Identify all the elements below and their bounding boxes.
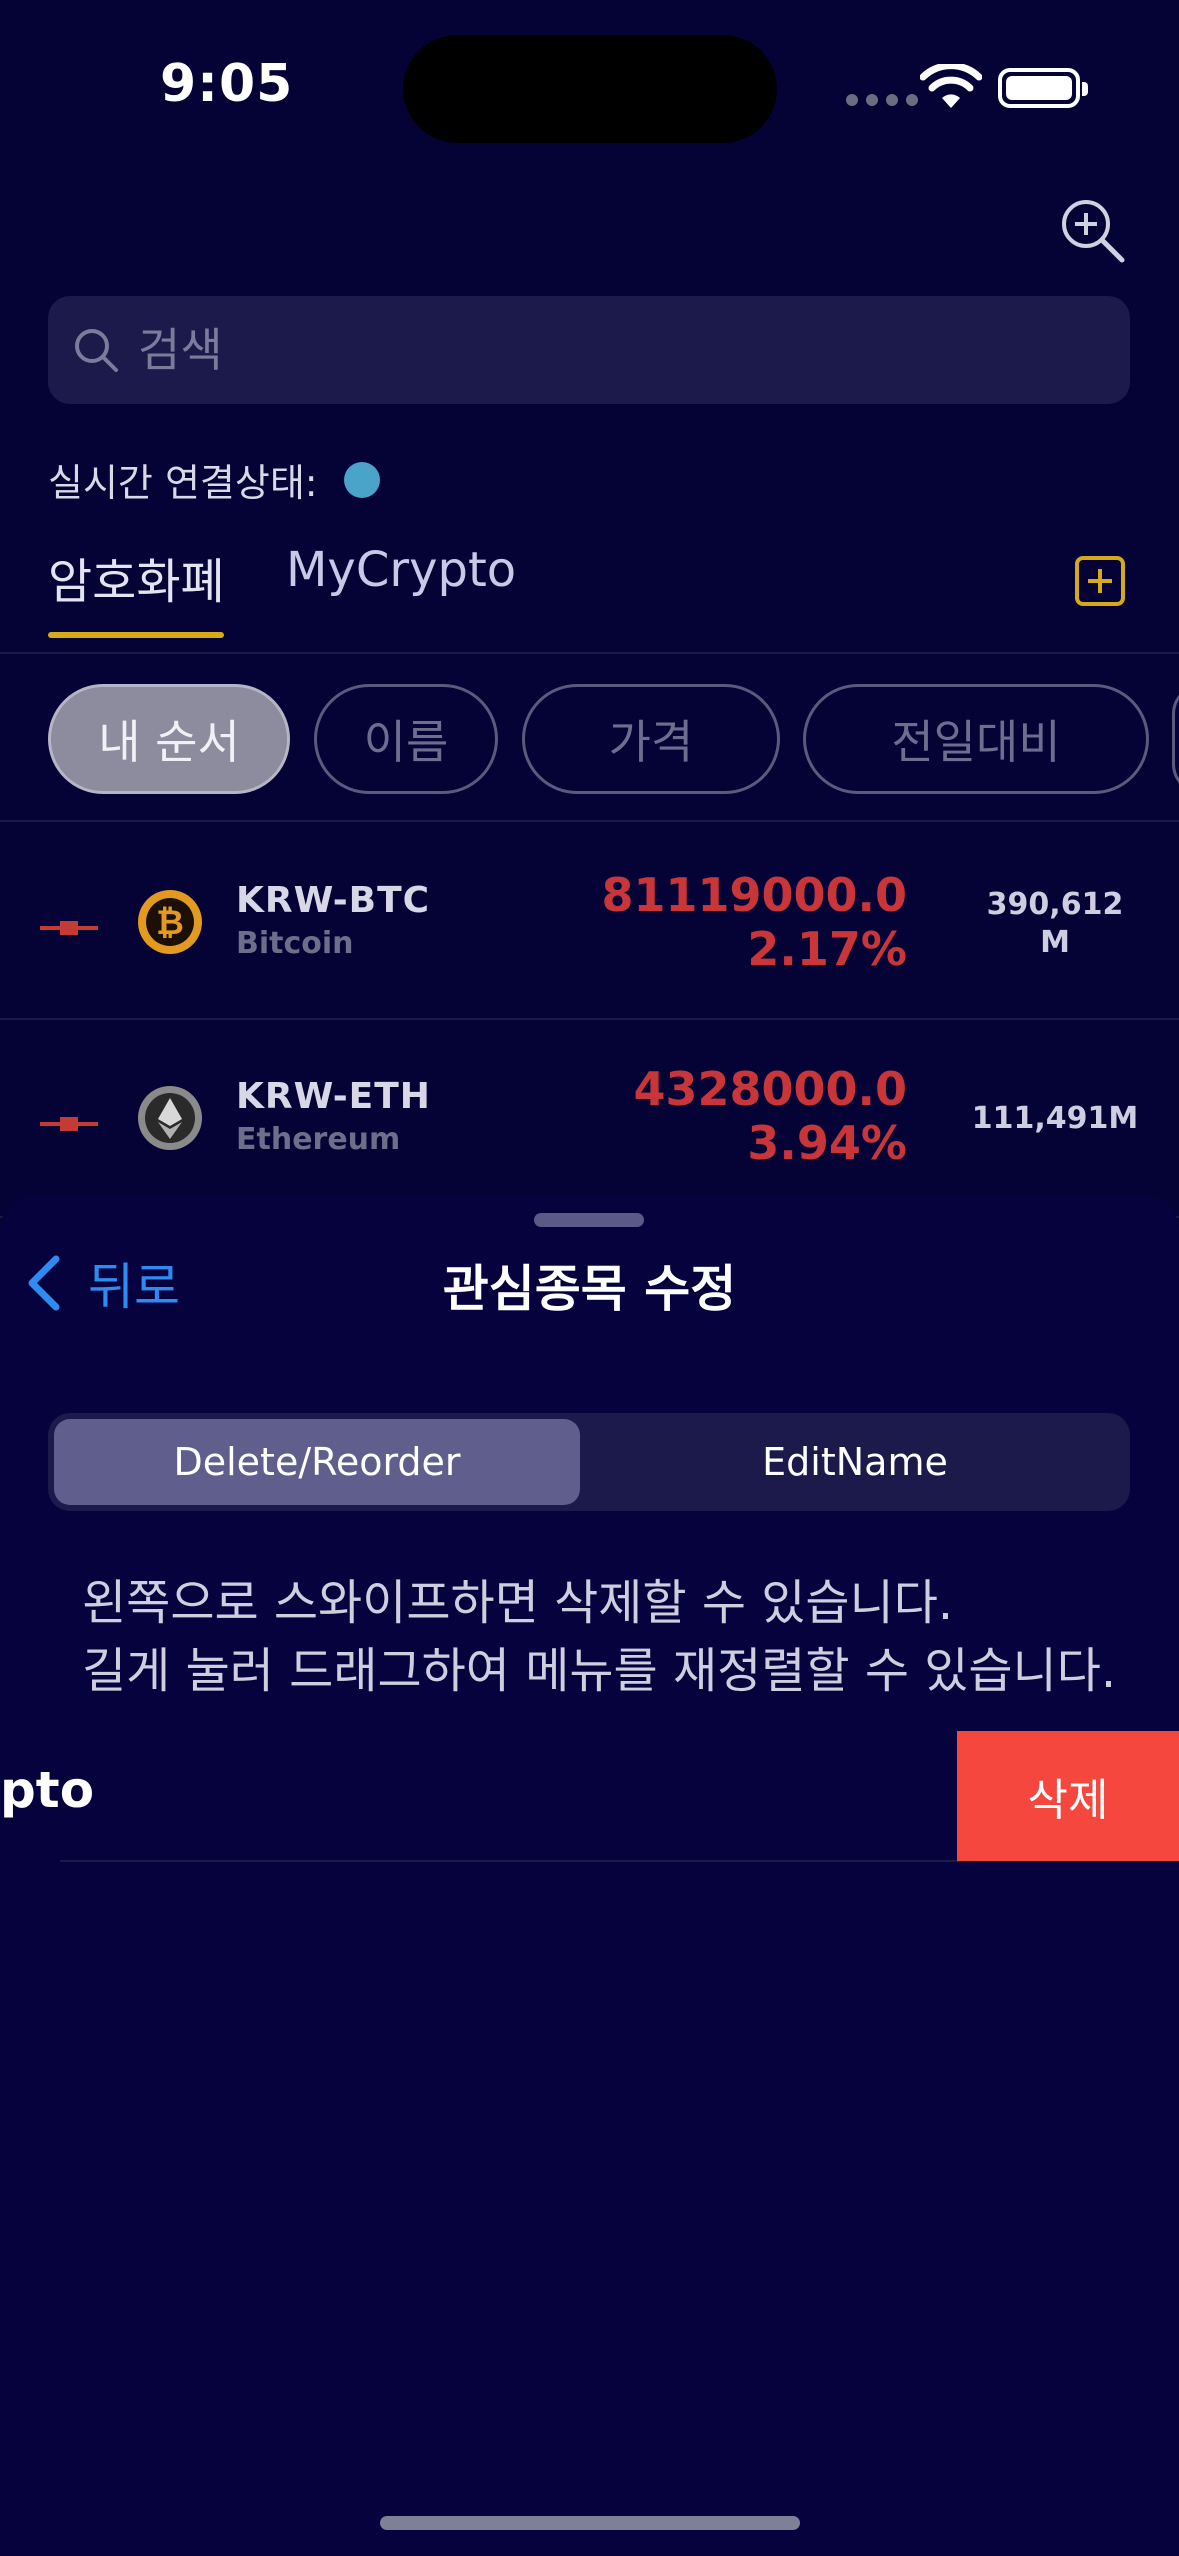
ethereum-icon bbox=[138, 1086, 202, 1150]
status-time: 9:05 bbox=[160, 54, 294, 114]
list-item-label: pto bbox=[0, 1761, 95, 1819]
coin-change-rate: 3.94% bbox=[747, 1116, 907, 1170]
sheet-title: 관심종목 수정 bbox=[442, 1260, 737, 1318]
tab-mycrypto[interactable]: MyCrypto bbox=[286, 542, 516, 598]
search-bar[interactable] bbox=[48, 296, 1130, 404]
add-button[interactable] bbox=[1075, 556, 1125, 606]
home-indicator bbox=[380, 2516, 800, 2530]
connection-status-label: 실시간 연결상태: bbox=[48, 461, 318, 505]
dynamic-island bbox=[403, 35, 777, 143]
coin-name: Bitcoin bbox=[236, 926, 354, 961]
candle-mark bbox=[40, 921, 98, 935]
battery-icon bbox=[998, 68, 1088, 108]
bitcoin-icon: ₿ bbox=[138, 890, 202, 954]
coin-volume: 111,491M bbox=[970, 1100, 1140, 1138]
sort-chip-price[interactable]: 가격 bbox=[522, 684, 780, 794]
segment-edit-name[interactable]: EditName bbox=[586, 1419, 1124, 1505]
wifi-icon bbox=[920, 64, 982, 108]
coin-volume-line1: 111,491M bbox=[971, 1101, 1139, 1136]
segment-delete-reorder[interactable]: Delete/Reorder bbox=[54, 1419, 580, 1505]
coin-row-btc[interactable]: ₿ KRW-BTC Bitcoin 81119000.0 2.17% 390,6… bbox=[0, 824, 1179, 1020]
tab-underline bbox=[48, 632, 224, 638]
mode-segmented-control: Delete/Reorder EditName bbox=[48, 1413, 1130, 1511]
coin-symbol: KRW-BTC bbox=[236, 880, 431, 921]
screen: 9:05 실시간 연결상태: 암호화폐 MyCrypto 내 순서 이름 bbox=[0, 0, 1179, 2556]
zoom-in-icon[interactable] bbox=[1058, 196, 1126, 264]
tab-crypto[interactable]: 암호화폐 bbox=[48, 542, 225, 612]
coin-change-rate: 2.17% bbox=[747, 922, 907, 976]
instruction-line-1: 왼쪽으로 스와이프하면 삭제할 수 있습니다. bbox=[82, 1575, 954, 1631]
sort-chip-row: 내 순서 이름 가격 전일대비 bbox=[0, 654, 1179, 822]
connection-status-dot bbox=[343, 461, 380, 498]
sort-chip-name[interactable]: 이름 bbox=[314, 684, 498, 794]
candle-mark bbox=[40, 1117, 98, 1131]
coin-price: 81119000.0 bbox=[601, 868, 907, 922]
delete-button[interactable]: 삭제 bbox=[957, 1731, 1179, 1861]
tab-bar: 암호화폐 MyCrypto bbox=[0, 536, 1179, 654]
coin-volume-line1: 390,612 bbox=[986, 887, 1124, 922]
sort-chip-more[interactable] bbox=[1172, 684, 1179, 794]
coin-volume: 390,612 M bbox=[970, 886, 1140, 962]
coin-price: 4328000.0 bbox=[633, 1062, 907, 1116]
sheet-grabber[interactable] bbox=[534, 1213, 644, 1227]
sort-chip-my-order[interactable]: 내 순서 bbox=[48, 684, 290, 794]
coin-volume-line2: M bbox=[1040, 925, 1070, 960]
svg-text:₿: ₿ bbox=[156, 903, 184, 943]
search-input[interactable] bbox=[138, 323, 1038, 377]
edit-watchlist-sheet: 뒤로 관심종목 수정 Delete/Reorder EditName 왼쪽으로 … bbox=[0, 1195, 1179, 2556]
instruction-text: 왼쪽으로 스와이프하면 삭제할 수 있습니다. 길게 눌러 드래그하여 메뉴를 … bbox=[82, 1569, 1116, 1705]
search-icon bbox=[75, 329, 118, 372]
cellular-signal-icon bbox=[846, 94, 918, 106]
coin-symbol: KRW-ETH bbox=[236, 1076, 431, 1117]
coin-row-eth[interactable]: KRW-ETH Ethereum 4328000.0 3.94% 111,491… bbox=[0, 1022, 1179, 1218]
connection-status: 실시간 연결상태: bbox=[48, 452, 380, 507]
coin-name: Ethereum bbox=[236, 1122, 401, 1157]
sort-chip-change[interactable]: 전일대비 bbox=[803, 684, 1149, 794]
instruction-line-2: 길게 눌러 드래그하여 메뉴를 재정렬할 수 있습니다. bbox=[82, 1643, 1117, 1699]
list-divider bbox=[60, 1860, 960, 1862]
